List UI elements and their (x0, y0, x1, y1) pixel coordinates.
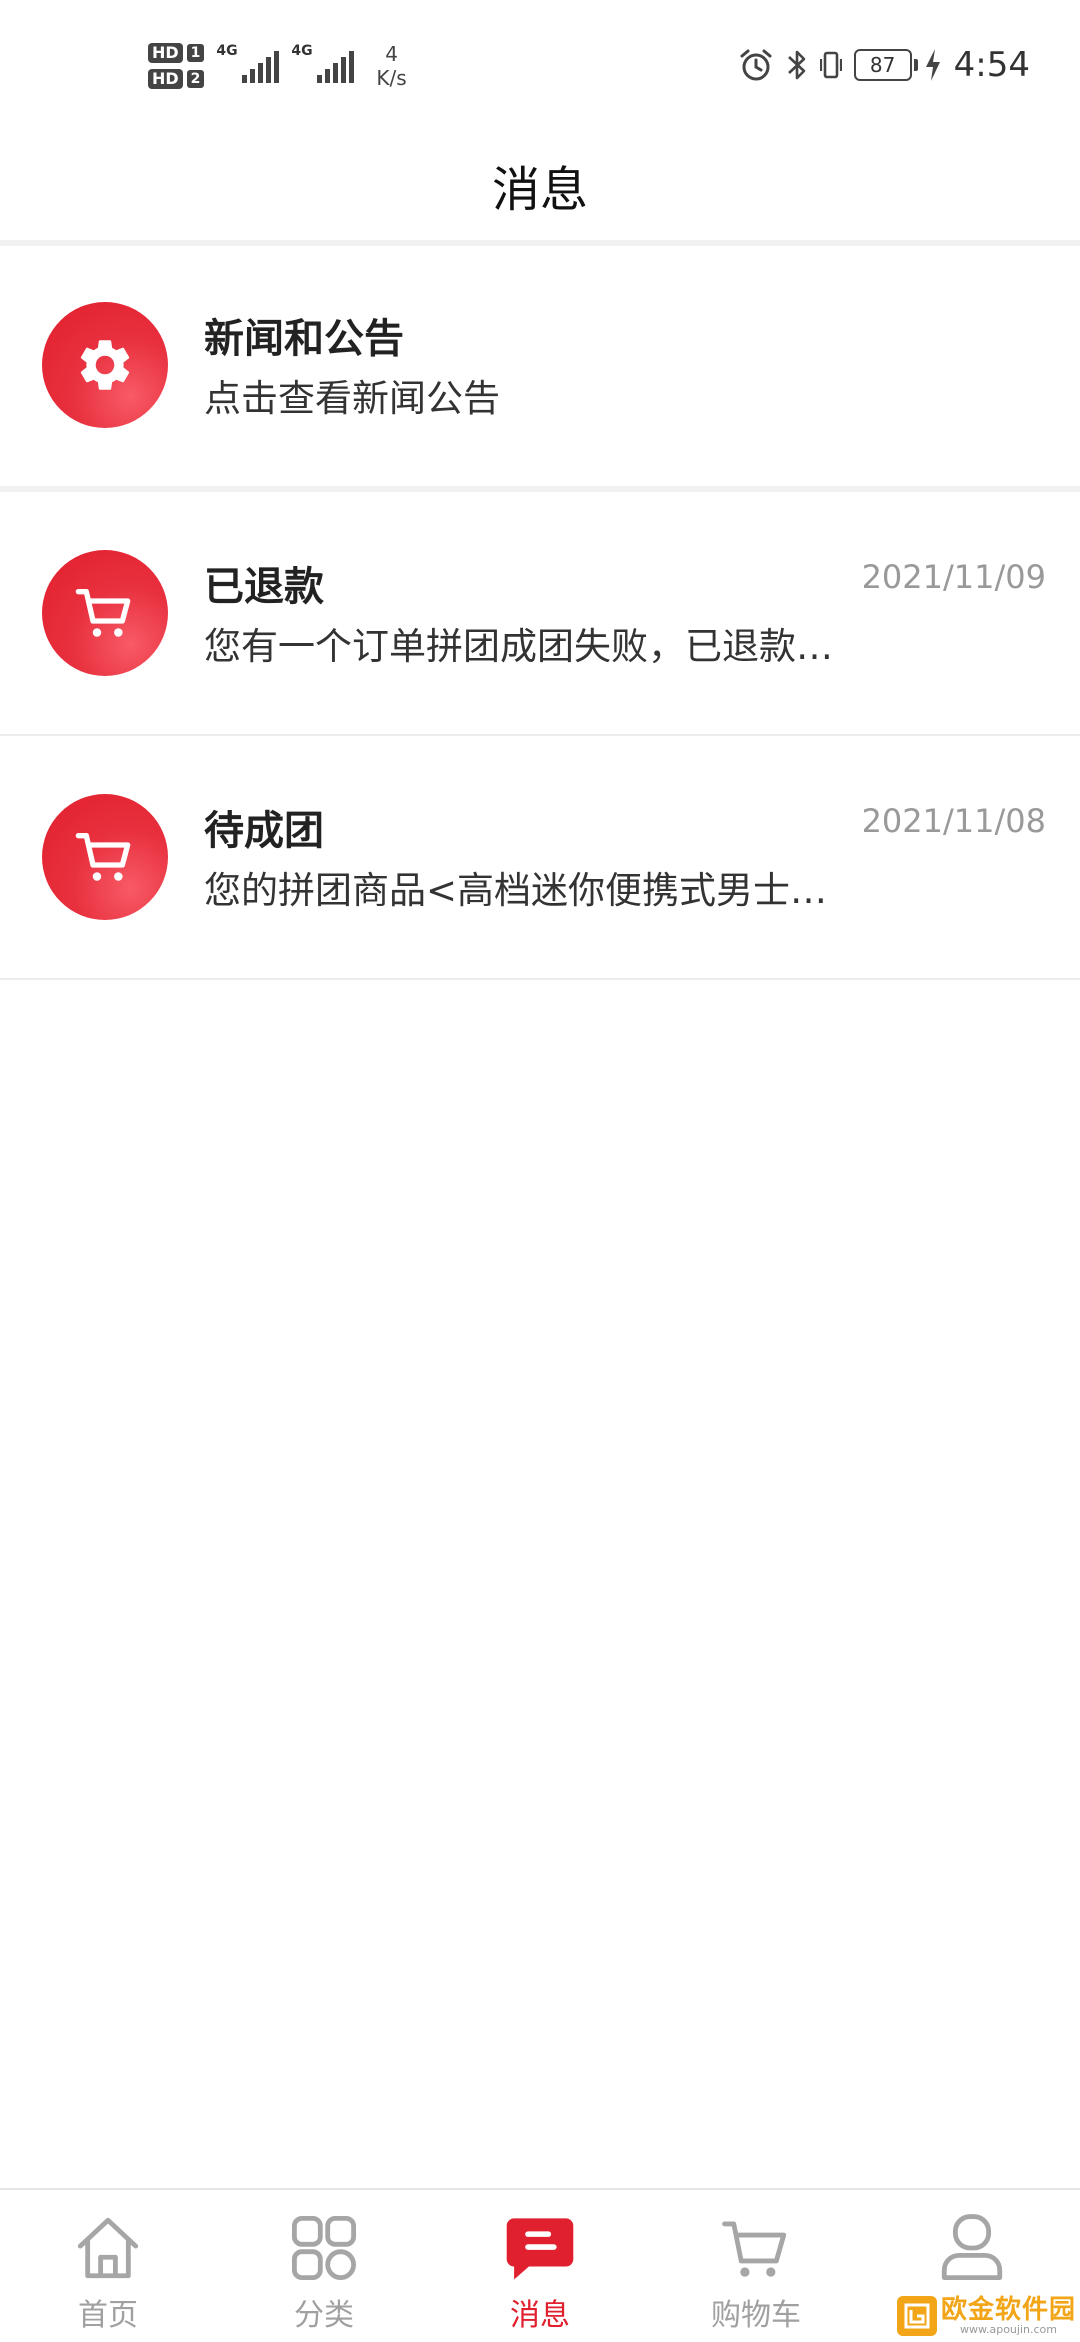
network-speed-unit: K/s (376, 66, 407, 90)
hd-badge: HD (148, 43, 183, 63)
category-grid-icon (284, 2210, 364, 2286)
clock: 4:54 (953, 45, 1030, 85)
watermark: 欧金软件园 www.apoujin.com (896, 2296, 1076, 2336)
signal-2-icon: 4G (291, 43, 355, 83)
nav-messages[interactable]: 消息 (432, 2190, 648, 2342)
message-list: 新闻和公告 点击查看新闻公告 已退款 2021/11/09 您有一个订单拼团成团… (0, 246, 1080, 980)
nav-cart[interactable]: 购物车 (648, 2190, 864, 2342)
cart-icon (716, 2210, 796, 2286)
message-item-news[interactable]: 新闻和公告 点击查看新闻公告 (0, 246, 1080, 486)
sim1-indicator: HD 1 (148, 43, 205, 63)
message-preview: 点击查看新闻公告 (204, 377, 500, 420)
nav-category[interactable]: 分类 (216, 2190, 432, 2342)
watermark-text: 欧金软件园 www.apoujin.com (941, 2296, 1076, 2336)
list-divider (0, 978, 1080, 980)
page-header: 消息 (0, 130, 1080, 240)
message-item-refund[interactable]: 已退款 2021/11/09 您有一个订单拼团成团失败，已退款… (0, 492, 1080, 734)
message-date: 2021/11/08 (861, 802, 1046, 840)
message-avatar (42, 794, 168, 920)
nav-label: 分类 (294, 2298, 354, 2333)
message-preview: 您的拼团商品<高档迷你便携式男士… (204, 869, 828, 912)
message-icon (500, 2210, 580, 2286)
message-avatar (42, 302, 168, 428)
user-icon (932, 2210, 1012, 2286)
message-title: 新闻和公告 (204, 316, 404, 362)
signal-1-icon: 4G (216, 43, 280, 83)
alarm-icon (740, 49, 772, 81)
vibrate-icon (819, 51, 842, 79)
charging-icon (925, 49, 940, 81)
home-icon (68, 2210, 148, 2286)
cart-icon (75, 589, 131, 637)
network-speed-value: 4 (385, 42, 398, 66)
sim-number: 2 (186, 70, 205, 88)
sim-indicators: HD 1 HD 2 (148, 43, 205, 89)
sim2-indicator: HD 2 (148, 69, 205, 89)
watermark-sub: www.apoujin.com (960, 2323, 1057, 2336)
message-title: 待成团 (204, 808, 324, 854)
status-bar: HD 1 HD 2 4G 4G 4 K/s 87 4:54 (0, 0, 1080, 130)
message-avatar (42, 550, 168, 676)
bluetooth-icon (787, 50, 805, 80)
cart-icon (75, 833, 131, 881)
network-speed: 4 K/s (376, 42, 406, 90)
message-date: 2021/11/09 (861, 558, 1046, 596)
nav-label: 购物车 (711, 2298, 801, 2333)
nav-label: 消息 (510, 2298, 570, 2333)
hd-badge: HD (148, 69, 183, 89)
status-bar-right: 87 4:54 (738, 40, 1030, 90)
status-bar-left: HD 1 HD 2 4G 4G 4 K/s (148, 34, 407, 98)
message-title: 已退款 (204, 564, 324, 610)
watermark-main: 欧金软件园 (940, 2295, 1076, 2325)
sim-number: 1 (186, 44, 205, 62)
gear-icon (80, 340, 130, 390)
battery-icon: 87 (853, 49, 918, 81)
page-title: 消息 (491, 162, 588, 218)
watermark-logo-icon (896, 2296, 937, 2336)
network-type-label: 4G (216, 43, 238, 59)
message-item-pending-group[interactable]: 待成团 2021/11/08 您的拼团商品<高档迷你便携式男士… (0, 736, 1080, 978)
network-type-label: 4G (291, 43, 313, 59)
nav-label: 首页 (78, 2298, 138, 2333)
message-preview: 您有一个订单拼团成团失败，已退款… (204, 625, 833, 668)
nav-home[interactable]: 首页 (0, 2190, 216, 2342)
